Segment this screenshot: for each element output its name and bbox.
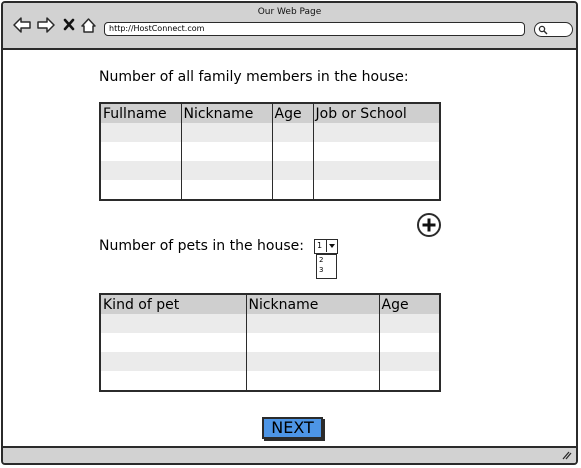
pets-column-header: Age xyxy=(378,294,440,314)
window-title: Our Web Page xyxy=(257,7,322,17)
page-content: Number of all family members in the hous… xyxy=(3,50,576,446)
table-row xyxy=(100,180,440,200)
table-cell[interactable] xyxy=(245,333,379,352)
table-cell[interactable] xyxy=(245,314,379,333)
table-cell[interactable] xyxy=(180,180,272,200)
table-row xyxy=(100,371,440,391)
table-row xyxy=(100,352,440,371)
table-cell[interactable] xyxy=(312,123,440,142)
dropdown-option[interactable]: 3 xyxy=(319,265,336,275)
table-cell[interactable] xyxy=(271,123,313,142)
family-members-table: Fullname Nickname Age Job or School xyxy=(99,102,441,201)
table-row xyxy=(100,333,440,352)
table-row xyxy=(100,161,440,180)
search-icon xyxy=(538,25,548,35)
family-table-header: Fullname Nickname Age Job or School xyxy=(100,103,440,123)
table-cell[interactable] xyxy=(312,161,440,180)
table-cell[interactable] xyxy=(180,161,272,180)
dropdown-option[interactable]: 2 xyxy=(319,255,336,265)
table-cell[interactable] xyxy=(100,180,181,200)
pets-count-selected: 1 xyxy=(317,241,323,250)
add-row-plus-icon[interactable] xyxy=(416,212,442,238)
pets-count-dropdown[interactable]: 1 xyxy=(314,239,338,254)
table-cell[interactable] xyxy=(100,333,246,352)
back-arrow-icon[interactable] xyxy=(13,17,31,33)
table-cell[interactable] xyxy=(100,161,181,180)
family-column-header: Age xyxy=(271,103,313,123)
table-cell[interactable] xyxy=(245,352,379,371)
table-cell[interactable] xyxy=(100,123,181,142)
pets-table: Kind of pet Nickname Age xyxy=(99,293,441,392)
close-x-icon[interactable] xyxy=(63,18,75,31)
pets-column-header: Kind of pet xyxy=(100,294,246,314)
family-column-header: Nickname xyxy=(180,103,272,123)
resize-grip-icon[interactable] xyxy=(560,450,572,460)
table-cell[interactable] xyxy=(100,352,246,371)
table-cell[interactable] xyxy=(271,161,313,180)
pets-count-label: Number of pets in the house: xyxy=(99,238,304,254)
table-row xyxy=(100,314,440,333)
next-button[interactable]: NEXT xyxy=(262,417,323,439)
pets-table-header: Kind of pet Nickname Age xyxy=(100,294,440,314)
chevron-down-icon[interactable] xyxy=(326,240,337,252)
family-count-label: Number of all family members in the hous… xyxy=(99,69,409,85)
table-cell[interactable] xyxy=(271,142,313,161)
table-cell[interactable] xyxy=(271,180,313,200)
family-column-header: Job or School xyxy=(312,103,440,123)
table-cell[interactable] xyxy=(100,314,246,333)
table-cell[interactable] xyxy=(378,371,440,391)
address-text: http://HostConnect.com xyxy=(109,24,205,33)
table-cell[interactable] xyxy=(312,180,440,200)
status-bar xyxy=(3,446,576,463)
table-cell[interactable] xyxy=(100,371,246,391)
pets-count-options-list: 23 xyxy=(316,254,337,279)
table-cell[interactable] xyxy=(378,352,440,371)
search-box[interactable] xyxy=(534,22,573,37)
pets-column-header: Nickname xyxy=(245,294,379,314)
table-cell[interactable] xyxy=(180,142,272,161)
family-column-header: Fullname xyxy=(100,103,181,123)
forward-arrow-icon[interactable] xyxy=(37,17,55,33)
table-cell[interactable] xyxy=(100,142,181,161)
address-bar[interactable]: http://HostConnect.com xyxy=(104,22,525,36)
table-cell[interactable] xyxy=(180,123,272,142)
table-cell[interactable] xyxy=(378,333,440,352)
home-icon[interactable] xyxy=(80,17,97,34)
browser-toolbar: Our Web Page http://HostConnect.com xyxy=(3,3,576,50)
table-row xyxy=(100,142,440,161)
table-cell[interactable] xyxy=(245,371,379,391)
table-cell[interactable] xyxy=(312,142,440,161)
table-cell[interactable] xyxy=(378,314,440,333)
browser-window: Our Web Page http://HostConnect.com Numb… xyxy=(1,1,578,465)
table-row xyxy=(100,123,440,142)
